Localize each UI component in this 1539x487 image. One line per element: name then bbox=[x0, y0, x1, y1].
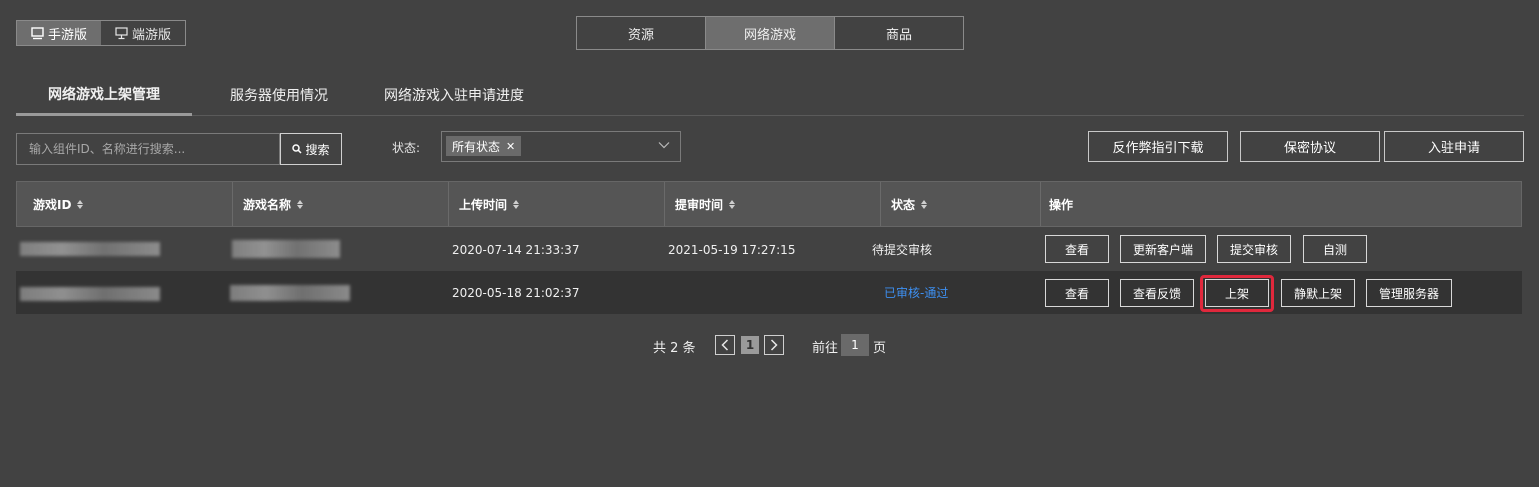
self-test-button[interactable]: 自测 bbox=[1303, 235, 1367, 263]
redacted-game-name bbox=[232, 240, 340, 258]
goto-label: 前往 bbox=[812, 341, 839, 356]
sort-icon[interactable] bbox=[729, 199, 736, 209]
header-upload-time-label: 上传时间 bbox=[459, 197, 508, 212]
goto-suffix: 页 bbox=[873, 341, 887, 356]
monitor-icon bbox=[31, 26, 44, 39]
total-count: 共 2 条 bbox=[653, 341, 696, 356]
sub-tabs: 网络游戏上架管理 服务器使用情况 网络游戏入驻申请进度 bbox=[16, 74, 1524, 116]
sort-icon[interactable] bbox=[297, 199, 304, 209]
subtab-settlement-progress[interactable]: 网络游戏入驻申请进度 bbox=[376, 74, 532, 116]
search-icon bbox=[292, 144, 303, 154]
pc-version-label: 端游版 bbox=[131, 27, 171, 43]
table-row: 2020-05-18 21:02:37 已审核-通过 查看 查看反馈 上架 静默… bbox=[16, 271, 1522, 314]
table-row: 2020-07-14 21:33:37 2021-05-19 17:27:15 … bbox=[16, 228, 1522, 271]
header-game-id[interactable]: 游戏ID bbox=[17, 182, 233, 226]
view-button[interactable]: 查看 bbox=[1045, 279, 1109, 307]
search-button[interactable]: 搜索 bbox=[280, 133, 342, 165]
next-page-button[interactable] bbox=[764, 335, 784, 355]
subtab-game-listing-management[interactable]: 网络游戏上架管理 bbox=[16, 74, 192, 116]
privacy-agreement-button[interactable]: 保密协议 bbox=[1240, 131, 1380, 162]
subtab-server-usage[interactable]: 服务器使用情况 bbox=[212, 74, 346, 116]
desktop-icon bbox=[115, 26, 128, 39]
sort-icon[interactable] bbox=[921, 199, 928, 209]
tab-online-games[interactable]: 网络游戏 bbox=[706, 17, 835, 49]
publish-button[interactable]: 上架 bbox=[1205, 279, 1269, 307]
category-tabs: 资源 网络游戏 商品 bbox=[576, 16, 964, 50]
settlement-apply-button[interactable]: 入驻申请 bbox=[1384, 131, 1524, 162]
chevron-left-icon bbox=[721, 339, 729, 351]
status-text: 待提交审核 bbox=[872, 243, 933, 257]
status-filter-label: 状态: bbox=[392, 141, 421, 155]
prev-page-button[interactable] bbox=[715, 335, 735, 355]
chevron-down-icon bbox=[658, 142, 670, 149]
status-chip: 所有状态 ✕ bbox=[446, 136, 522, 156]
header-upload-time[interactable]: 上传时间 bbox=[449, 182, 665, 226]
platform-toggle: 手游版 端游版 bbox=[16, 20, 186, 46]
status-chip-label: 所有状态 bbox=[452, 139, 501, 154]
header-game-id-label: 游戏ID bbox=[33, 197, 72, 212]
close-icon[interactable]: ✕ bbox=[506, 141, 515, 152]
header-game-name-label: 游戏名称 bbox=[243, 197, 292, 212]
goto-page-input[interactable] bbox=[841, 334, 869, 356]
view-feedback-button[interactable]: 查看反馈 bbox=[1120, 279, 1194, 307]
header-status-label: 状态 bbox=[891, 197, 916, 212]
upload-time: 2020-07-14 21:33:37 bbox=[452, 242, 580, 257]
status-text-approved: 已审核-通过 bbox=[884, 286, 949, 300]
manage-server-button[interactable]: 管理服务器 bbox=[1366, 279, 1452, 307]
anticheat-guide-download-button[interactable]: 反作弊指引下载 bbox=[1088, 131, 1228, 162]
header-game-name[interactable]: 游戏名称 bbox=[233, 182, 449, 226]
redacted-game-id bbox=[20, 287, 160, 301]
redacted-game-id bbox=[20, 242, 160, 256]
upload-time: 2020-05-18 21:02:37 bbox=[452, 285, 580, 300]
table-header: 游戏ID 游戏名称 上传时间 提审时间 状态 操作 bbox=[16, 181, 1522, 227]
header-review-time[interactable]: 提审时间 bbox=[665, 182, 881, 226]
search-button-label: 搜索 bbox=[305, 142, 330, 157]
redacted-game-name bbox=[230, 285, 350, 301]
search-input[interactable] bbox=[16, 133, 280, 165]
update-client-button[interactable]: 更新客户端 bbox=[1120, 235, 1206, 263]
tab-goods[interactable]: 商品 bbox=[835, 17, 963, 49]
view-button[interactable]: 查看 bbox=[1045, 235, 1109, 263]
status-select[interactable]: 所有状态 ✕ bbox=[441, 131, 681, 162]
review-time: 2021-05-19 17:27:15 bbox=[668, 242, 796, 257]
silent-publish-button[interactable]: 静默上架 bbox=[1281, 279, 1355, 307]
mobile-version-label: 手游版 bbox=[47, 27, 87, 43]
header-actions-label: 操作 bbox=[1049, 197, 1074, 212]
sort-icon[interactable] bbox=[513, 199, 520, 209]
sort-icon[interactable] bbox=[77, 199, 84, 209]
submit-review-button[interactable]: 提交审核 bbox=[1217, 235, 1291, 263]
tab-resources[interactable]: 资源 bbox=[577, 17, 706, 49]
chevron-right-icon bbox=[770, 339, 778, 351]
header-review-time-label: 提审时间 bbox=[675, 197, 724, 212]
page-number[interactable]: 1 bbox=[741, 336, 759, 354]
pc-version-button[interactable]: 端游版 bbox=[101, 21, 185, 45]
header-status[interactable]: 状态 bbox=[881, 182, 1041, 226]
mobile-version-button[interactable]: 手游版 bbox=[17, 21, 101, 45]
header-actions: 操作 bbox=[1041, 182, 1521, 226]
